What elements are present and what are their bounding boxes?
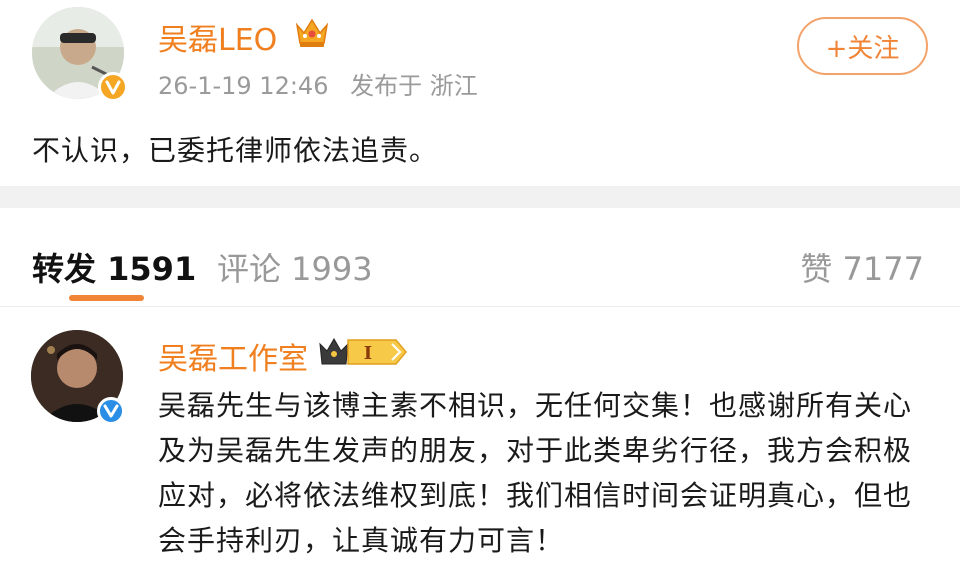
reply-text-line: 吴磊先生与该博主素不相识，无任何交集！也感谢所有关心 (158, 389, 913, 422)
vip-level-icon: I (318, 334, 408, 370)
interaction-tabs: 转发 1591 评论 1993 赞 7177 (0, 208, 960, 308)
reply-username[interactable]: 吴磊工作室 (158, 334, 308, 378)
follow-button[interactable]: +关注 (797, 17, 928, 75)
tab-repost[interactable]: 转发 1591 (32, 244, 196, 290)
post-text: 不认识，已委托律师依法追责。 (32, 134, 439, 167)
reply-text: 吴磊先生与该博主素不相识，无任何交集！也感谢所有关心 及为吴磊先生发声的朋友，对… (158, 383, 918, 561)
reply-text-line: 及为吴磊先生发声的朋友，对于此类卑劣行径，我方会积极 (158, 434, 913, 467)
reply-text-line: 应对，必将依法维权到底！我们相信时间会证明真心，但也 (158, 479, 913, 512)
weibo-post: 吴磊LEO 26-1-19 12:46 发布于 浙江 +关注 不认识，已委托律师… (0, 0, 960, 186)
repost-item: 吴磊工作室 I 吴磊先生与该博主素不相识，无任何交集！也感谢所有关心 及为吴磊先… (0, 307, 960, 561)
reply-text-line: 会手持利刃，让真诚有力可言！ (158, 524, 565, 557)
crown-icon (294, 15, 330, 49)
post-meta: 26-1-19 12:46 发布于 浙江 (158, 66, 492, 101)
tab-comment[interactable]: 评论 1993 (217, 244, 373, 290)
vip-level-label: I (364, 343, 372, 364)
verified-badge-icon (98, 72, 128, 102)
verified-badge-icon (97, 397, 125, 425)
tab-like[interactable]: 赞 7177 (800, 244, 924, 290)
post-location: 发布于 浙江 (350, 72, 478, 100)
post-date: 26-1-19 12:46 (158, 72, 329, 100)
username[interactable]: 吴磊LEO (158, 15, 277, 59)
active-tab-indicator (69, 295, 144, 301)
section-divider (0, 186, 960, 208)
